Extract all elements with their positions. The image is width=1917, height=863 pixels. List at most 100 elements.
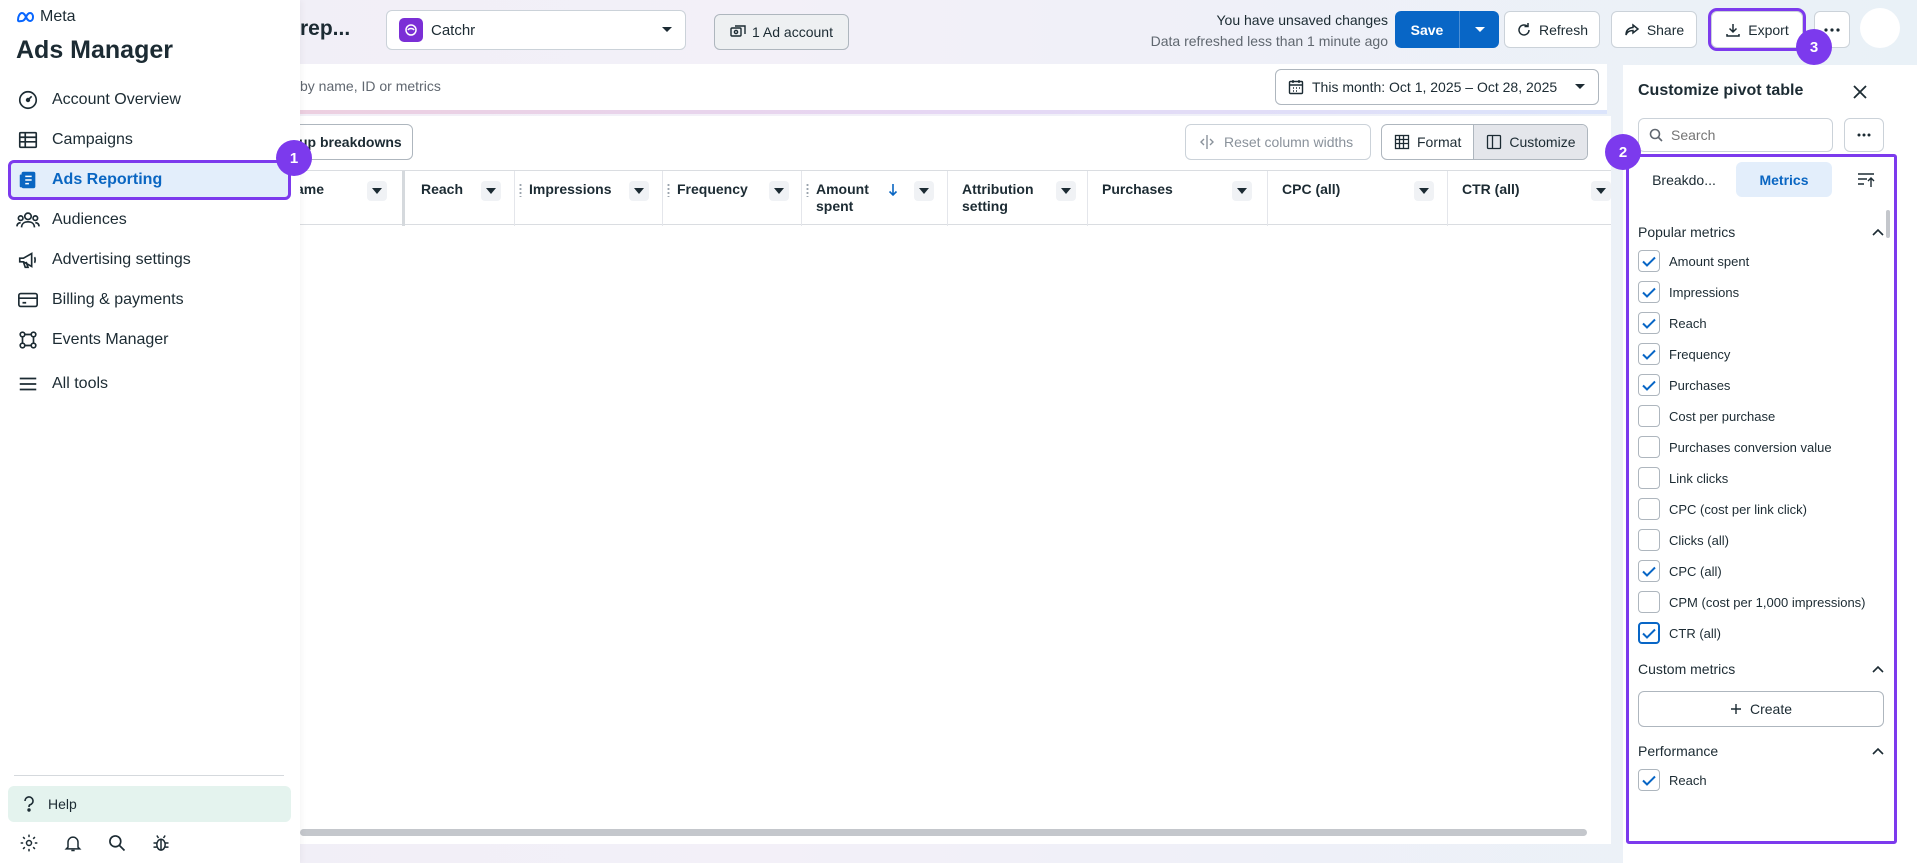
metric-option[interactable]: Impressions [1638, 277, 1886, 308]
column-menu-caret-icon[interactable] [1056, 181, 1076, 201]
create-metric-button[interactable]: Create [1638, 691, 1884, 727]
ad-account-button[interactable]: 1 Ad account [714, 14, 849, 50]
checkbox-checked[interactable] [1638, 560, 1660, 582]
column-header-impressions[interactable]: Impressions [515, 171, 663, 226]
checkbox-checked[interactable] [1638, 281, 1660, 303]
plus-icon [1730, 703, 1742, 715]
column-header-cpc-all[interactable]: CPC (all) [1268, 171, 1448, 226]
checkbox-unchecked[interactable] [1638, 591, 1660, 613]
sidebar-item-events-manager[interactable]: Events Manager [8, 320, 291, 360]
sidebar-item-campaigns[interactable]: Campaigns [8, 120, 291, 160]
sidebar-item-all-tools[interactable]: All tools [8, 364, 291, 404]
column-header-reach[interactable]: Reach [405, 171, 515, 226]
column-menu-caret-icon[interactable] [1591, 181, 1611, 201]
column-header-frequency[interactable]: Frequency [663, 171, 802, 226]
column-label: Amount spent [816, 181, 869, 214]
horizontal-scrollbar[interactable] [300, 829, 1587, 836]
sort-descending-icon[interactable] [888, 183, 898, 197]
checkbox-unchecked[interactable] [1638, 498, 1660, 520]
calendar-icon [1288, 79, 1304, 95]
column-header-ctr-all[interactable]: CTR (all) [1448, 171, 1611, 226]
column-menu-caret-icon[interactable] [367, 181, 387, 201]
checkbox-checked[interactable] [1638, 622, 1660, 644]
drag-handle-icon[interactable] [519, 183, 522, 197]
reset-column-widths-button[interactable]: Reset column widths [1185, 124, 1371, 160]
checkbox-checked[interactable] [1638, 769, 1660, 791]
export-button[interactable]: Export [1708, 8, 1806, 51]
sidebar-item-ads-reporting[interactable]: Ads Reporting [8, 160, 291, 200]
metric-option[interactable]: Purchases [1638, 370, 1886, 401]
metric-option[interactable]: Amount spent [1638, 246, 1886, 277]
section-label: Popular metrics [1638, 224, 1736, 240]
metric-option[interactable]: Clicks (all) [1638, 525, 1886, 556]
section-custom-metrics[interactable]: Custom metrics [1638, 655, 1886, 683]
column-header-amount-spent[interactable]: Amount spent [802, 171, 948, 226]
refresh-button[interactable]: Refresh [1504, 11, 1600, 48]
column-menu-caret-icon[interactable] [629, 181, 649, 201]
meta-logo[interactable]: Meta [16, 8, 76, 26]
column-label: Reach [421, 181, 464, 197]
metric-option[interactable]: Link clicks [1638, 463, 1886, 494]
column-menu-caret-icon[interactable] [481, 181, 501, 201]
panel-search-input[interactable] [1671, 127, 1821, 143]
sidebar-item-advertising-settings[interactable]: Advertising settings [8, 240, 291, 280]
sidebar-item-audiences[interactable]: Audiences [8, 200, 291, 240]
metric-option[interactable]: CPC (cost per link click) [1638, 494, 1886, 525]
sort-order-button[interactable] [1846, 162, 1886, 197]
save-button[interactable]: Save [1395, 11, 1459, 48]
drag-handle-icon[interactable] [667, 183, 670, 197]
section-popular-metrics[interactable]: Popular metrics [1638, 218, 1886, 246]
tab-metrics[interactable]: Metrics [1736, 162, 1832, 197]
column-header-purchases[interactable]: Purchases [1088, 171, 1268, 226]
help-button[interactable]: Help [8, 786, 291, 822]
format-button[interactable]: Format [1382, 125, 1473, 159]
panel-scrollbar[interactable] [1886, 210, 1890, 238]
section-performance[interactable]: Performance [1638, 737, 1886, 765]
drag-handle-icon[interactable] [806, 183, 809, 197]
customize-button[interactable]: Customize [1473, 125, 1588, 159]
metric-option[interactable]: Frequency [1638, 339, 1886, 370]
column-menu-caret-icon[interactable] [769, 181, 789, 201]
date-range-picker[interactable]: This month: Oct 1, 2025 – Oct 28, 2025 [1275, 69, 1599, 105]
column-header-name[interactable]: ame [296, 171, 405, 226]
filter-search-input[interactable]: by name, ID or metrics [300, 78, 441, 94]
checkbox-checked[interactable] [1638, 374, 1660, 396]
metric-option[interactable]: Cost per purchase [1638, 401, 1886, 432]
column-menu-caret-icon[interactable] [1414, 181, 1434, 201]
save-options-button[interactable] [1459, 11, 1499, 48]
metric-option[interactable]: Reach [1638, 308, 1886, 339]
bell-icon[interactable] [62, 832, 84, 854]
metric-option[interactable]: CPC (all) [1638, 556, 1886, 587]
checkbox-checked[interactable] [1638, 343, 1660, 365]
search-icon[interactable] [106, 832, 128, 854]
avatar[interactable] [1860, 8, 1900, 48]
panel-title: Customize pivot table [1638, 82, 1804, 99]
metric-option[interactable]: Reach [1638, 765, 1886, 796]
panel-more-button[interactable] [1844, 118, 1884, 152]
sidebar-item-account-overview[interactable]: Account Overview [8, 80, 291, 120]
table-header: ame Reach Impressions Frequency Amount s… [296, 170, 1611, 226]
metric-option[interactable]: CPM (cost per 1,000 impressions) [1638, 587, 1886, 618]
checkbox-checked[interactable] [1638, 250, 1660, 272]
checkbox-checked[interactable] [1638, 312, 1660, 334]
checkbox-unchecked[interactable] [1638, 467, 1660, 489]
column-menu-caret-icon[interactable] [914, 181, 934, 201]
tab-breakdowns[interactable]: Breakdo... [1638, 162, 1730, 197]
column-header-attribution-setting[interactable]: Attribution setting [948, 171, 1088, 226]
column-menu-caret-icon[interactable] [1232, 181, 1252, 201]
share-button[interactable]: Share [1611, 11, 1697, 48]
checkbox-unchecked[interactable] [1638, 436, 1660, 458]
metric-label: Reach [1669, 316, 1707, 331]
help-label: Help [48, 796, 77, 812]
panel-search-field[interactable] [1638, 118, 1833, 152]
sidebar-item-billing-payments[interactable]: Billing & payments [8, 280, 291, 320]
metric-option[interactable]: Purchases conversion value [1638, 432, 1886, 463]
bug-icon[interactable] [150, 832, 172, 854]
export-label: Export [1748, 21, 1789, 38]
checkbox-unchecked[interactable] [1638, 405, 1660, 427]
checkbox-unchecked[interactable] [1638, 529, 1660, 551]
gear-icon[interactable] [18, 832, 40, 854]
metric-option[interactable]: CTR (all) [1638, 618, 1886, 649]
close-button[interactable] [1849, 81, 1871, 103]
account-select[interactable]: Catchr [386, 10, 686, 50]
